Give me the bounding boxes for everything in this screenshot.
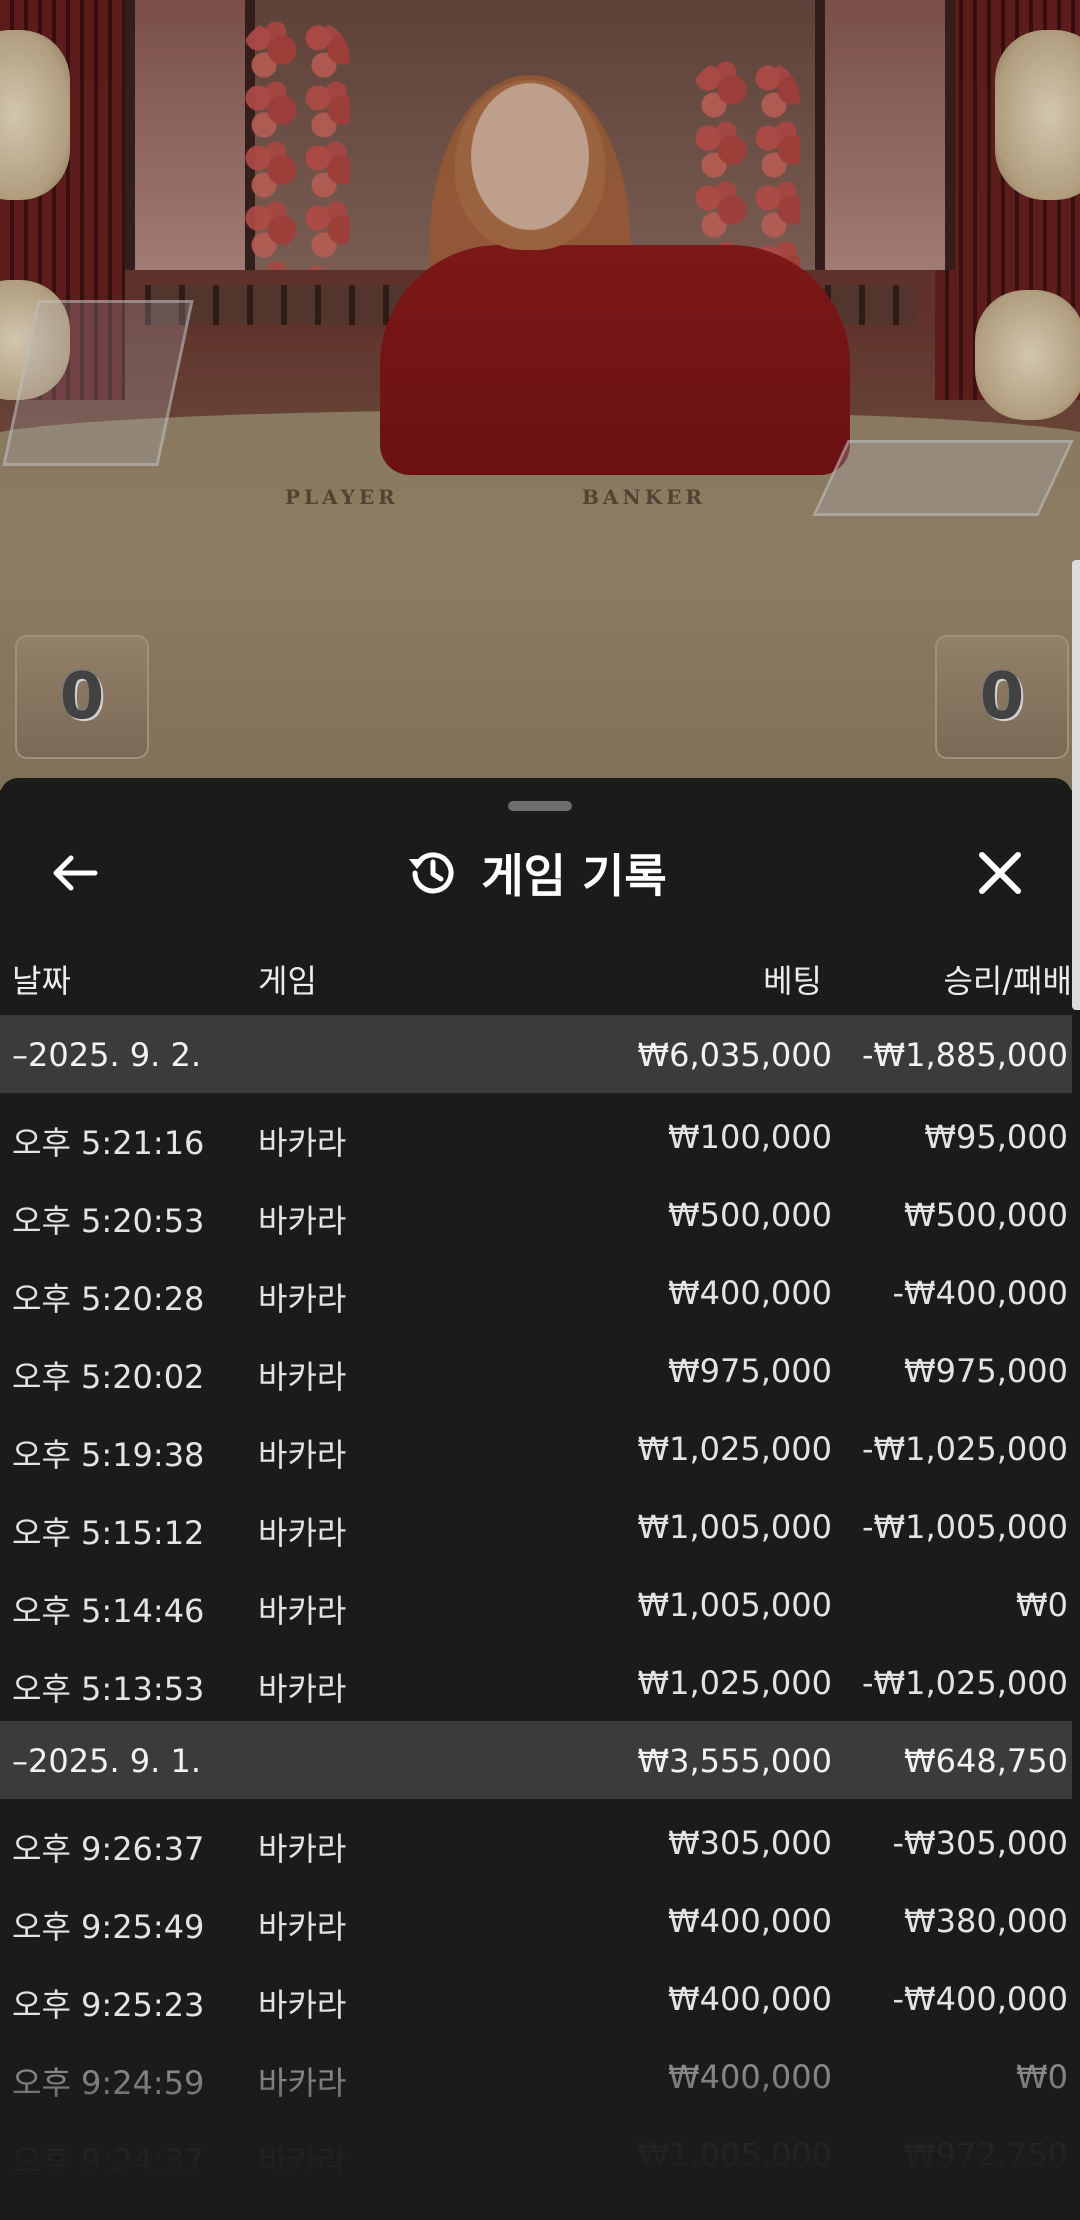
- history-row[interactable]: 오후 5:13:53 바카라 ₩1,025,000 -₩1,025,000: [0, 1643, 1072, 1721]
- row-game: 바카라: [258, 1908, 347, 1946]
- row-game: 바카라: [258, 1358, 347, 1396]
- column-header-win-loss: 승리/패배: [943, 962, 1072, 1000]
- history-list[interactable]: –2025. 9. 2. ₩6,035,000 -₩1,885,000 오후 5…: [0, 1015, 1072, 2193]
- row-game: 바카라: [258, 1592, 347, 1630]
- sheet-header: 게임 기록: [0, 828, 1072, 918]
- row-bet: ₩1,005,000: [637, 1586, 833, 1624]
- row-win-loss: -₩1,025,000: [861, 1430, 1068, 1468]
- row-bet: ₩305,000: [668, 1824, 832, 1862]
- row-win-loss: -₩1,025,000: [861, 1664, 1068, 1702]
- row-bet: ₩1,005,000: [637, 2136, 833, 2174]
- row-time: 오후 9:26:37: [12, 1830, 205, 1868]
- row-win-loss: ₩975,000: [904, 1352, 1068, 1390]
- row-bet: ₩400,000: [668, 1902, 832, 1940]
- close-button[interactable]: [965, 840, 1035, 906]
- history-row[interactable]: 오후 5:20:28 바카라 ₩400,000 -₩400,000: [0, 1253, 1072, 1331]
- row-time: 오후 5:14:46: [12, 1592, 205, 1630]
- row-win-loss: ₩972,750: [904, 2136, 1068, 2174]
- sheet-title: 게임 기록: [481, 849, 667, 903]
- row-win-loss: -₩305,000: [892, 1824, 1068, 1862]
- game-history-sheet: 게임 기록 날짜 게임 베팅 승리/패배 –2025. 9. 2. ₩6,035…: [0, 778, 1072, 2220]
- group-bet-total: ₩3,555,000: [637, 1742, 833, 1780]
- date-group-row[interactable]: –2025. 9. 1. ₩3,555,000 ₩648,750: [0, 1721, 1072, 1799]
- history-row[interactable]: 오후 9:25:23 바카라 ₩400,000 -₩400,000: [0, 1959, 1072, 2037]
- row-game: 바카라: [258, 1280, 347, 1318]
- history-row[interactable]: 오후 5:21:16 바카라 ₩100,000 ₩95,000: [0, 1097, 1072, 1175]
- column-header-bet: 베팅: [763, 962, 822, 1000]
- sheet-title-group: 게임 기록: [0, 828, 1072, 918]
- group-win-loss-total: -₩1,885,000: [861, 1036, 1068, 1074]
- history-icon: [409, 852, 454, 894]
- date-group-row[interactable]: –2025. 9. 2. ₩6,035,000 -₩1,885,000: [0, 1015, 1072, 1093]
- row-game: 바카라: [258, 2142, 347, 2180]
- row-time: 오후 5:20:02: [12, 1358, 205, 1396]
- history-row[interactable]: 오후 5:20:53 바카라 ₩500,000 ₩500,000: [0, 1175, 1072, 1253]
- row-game: 바카라: [258, 1436, 347, 1474]
- row-win-loss: -₩1,005,000: [861, 1508, 1068, 1546]
- row-win-loss: ₩95,000: [924, 1118, 1068, 1156]
- row-bet: ₩1,025,000: [637, 1430, 833, 1468]
- group-date: –2025. 9. 1.: [12, 1742, 202, 1780]
- history-row[interactable]: 오후 5:14:46 바카라 ₩1,005,000 ₩0: [0, 1565, 1072, 1643]
- row-game: 바카라: [258, 1202, 347, 1240]
- group-date: –2025. 9. 2.: [12, 1036, 202, 1074]
- history-row[interactable]: 오후 9:24:37 바카라 ₩1,005,000 ₩972,750: [0, 2115, 1072, 2193]
- row-game: 바카라: [258, 1124, 347, 1162]
- row-game: 바카라: [258, 1670, 347, 1708]
- row-bet: ₩400,000: [668, 1980, 832, 2018]
- row-time: 오후 5:20:28: [12, 1280, 205, 1318]
- row-win-loss: -₩400,000: [892, 1980, 1068, 2018]
- row-time: 오후 9:25:23: [12, 1986, 205, 2024]
- row-time: 오후 9:24:37: [12, 2142, 205, 2180]
- history-row[interactable]: 오후 5:20:02 바카라 ₩975,000 ₩975,000: [0, 1331, 1072, 1409]
- row-time: 오후 5:13:53: [12, 1670, 205, 1708]
- row-win-loss: -₩400,000: [892, 1274, 1068, 1312]
- row-bet: ₩400,000: [668, 2058, 832, 2096]
- row-time: 오후 5:20:53: [12, 1202, 205, 1240]
- column-header-date: 날짜: [12, 962, 71, 1000]
- row-bet: ₩100,000: [668, 1118, 832, 1156]
- row-win-loss: ₩0: [1016, 1586, 1068, 1624]
- row-win-loss: ₩0: [1016, 2058, 1068, 2096]
- row-bet: ₩400,000: [668, 1274, 832, 1312]
- history-row[interactable]: 오후 9:24:59 바카라 ₩400,000 ₩0: [0, 2037, 1072, 2115]
- group-win-loss-total: ₩648,750: [904, 1742, 1068, 1780]
- row-bet: ₩1,005,000: [637, 1508, 833, 1546]
- row-time: 오후 5:15:12: [12, 1514, 205, 1552]
- history-row[interactable]: 오후 5:15:12 바카라 ₩1,005,000 -₩1,005,000: [0, 1487, 1072, 1565]
- close-icon: [979, 852, 1021, 894]
- row-win-loss: ₩500,000: [904, 1196, 1068, 1234]
- row-time: 오후 9:25:49: [12, 1908, 205, 1946]
- history-row[interactable]: 오후 5:19:38 바카라 ₩1,025,000 -₩1,025,000: [0, 1409, 1072, 1487]
- history-row[interactable]: 오후 9:26:37 바카라 ₩305,000 -₩305,000: [0, 1803, 1072, 1881]
- video-dim-overlay: [0, 0, 1080, 790]
- row-win-loss: ₩380,000: [904, 1902, 1068, 1940]
- column-header-game: 게임: [258, 962, 317, 1000]
- group-bet-total: ₩6,035,000: [637, 1036, 833, 1074]
- row-time: 오후 5:21:16: [12, 1124, 205, 1162]
- scrollbar[interactable]: [1072, 560, 1080, 1010]
- live-dealer-video: PLAYER BANKER 0 0: [0, 0, 1080, 790]
- row-game: 바카라: [258, 1830, 347, 1868]
- row-bet: ₩500,000: [668, 1196, 832, 1234]
- row-time: 오후 9:24:59: [12, 2064, 205, 2102]
- sheet-drag-handle[interactable]: [508, 801, 572, 811]
- history-row[interactable]: 오후 9:25:49 바카라 ₩400,000 ₩380,000: [0, 1881, 1072, 1959]
- row-game: 바카라: [258, 2064, 347, 2102]
- row-bet: ₩1,025,000: [637, 1664, 833, 1702]
- row-bet: ₩975,000: [668, 1352, 832, 1390]
- column-headers: 날짜 게임 베팅 승리/패배: [0, 946, 1072, 1006]
- row-time: 오후 5:19:38: [12, 1436, 205, 1474]
- row-game: 바카라: [258, 1986, 347, 2024]
- row-game: 바카라: [258, 1514, 347, 1552]
